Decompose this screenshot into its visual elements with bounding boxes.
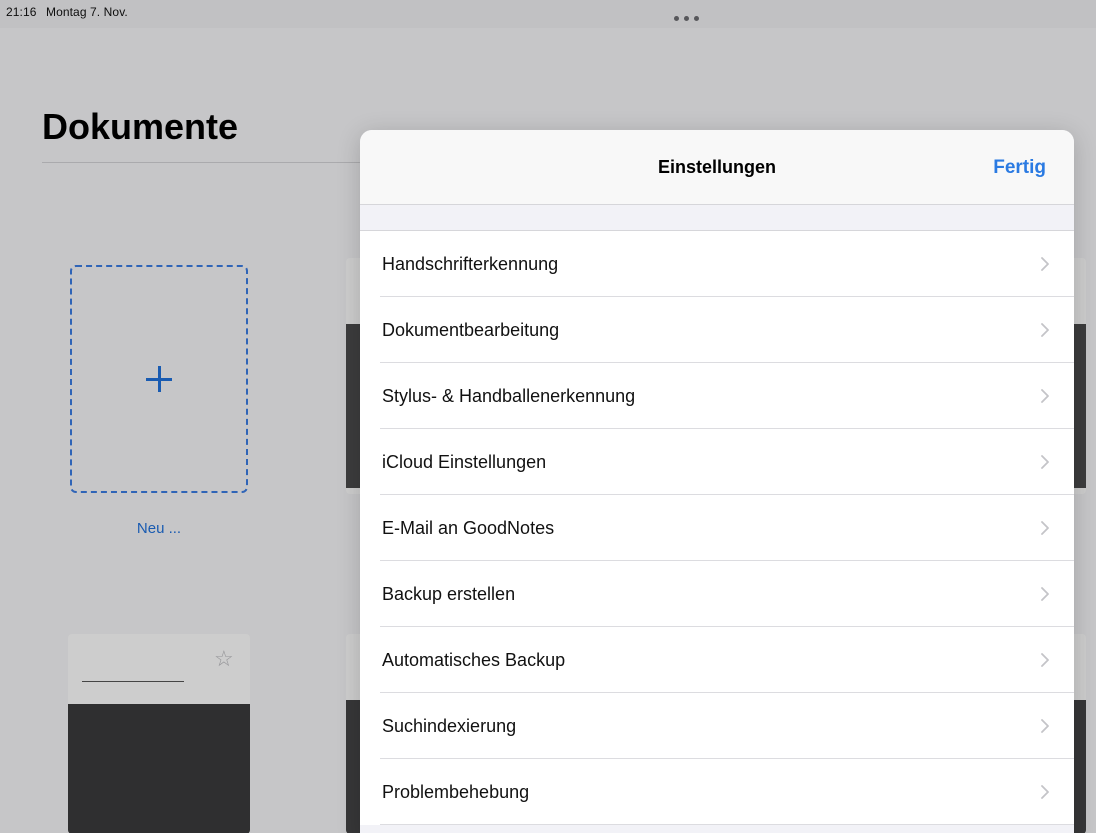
settings-row-document-editing[interactable]: Dokumentbearbeitung <box>360 297 1074 363</box>
settings-row-label: Backup erstellen <box>382 584 516 604</box>
chevron-right-icon <box>1041 389 1049 403</box>
settings-row-icloud[interactable]: iCloud Einstellungen <box>360 429 1074 495</box>
settings-row-label: Stylus- & Handballenerkennung <box>382 386 636 406</box>
settings-row-handwriting[interactable]: Handschrifterkennung <box>360 231 1074 297</box>
chevron-right-icon <box>1041 257 1049 271</box>
settings-sheet: Einstellungen Fertig Handschrifterkennun… <box>360 130 1074 833</box>
settings-row-label: E-Mail an GoodNotes <box>382 518 555 538</box>
settings-row-label: Handschrifterkennung <box>382 254 559 274</box>
chevron-right-icon <box>1041 719 1049 733</box>
settings-list: Handschrifterkennung Dokumentbearbeitung… <box>360 230 1074 825</box>
settings-row-stylus[interactable]: Stylus- & Handballenerkennung <box>360 363 1074 429</box>
settings-row-email[interactable]: E-Mail an GoodNotes <box>360 495 1074 561</box>
chevron-right-icon <box>1041 653 1049 667</box>
settings-row-troubleshooting[interactable]: Problembehebung <box>360 759 1074 825</box>
settings-row-label: Dokumentbearbeitung <box>382 320 560 340</box>
done-button[interactable]: Fertig <box>993 157 1046 179</box>
sheet-title: Einstellungen <box>657 157 776 177</box>
sheet-header: Einstellungen Fertig <box>360 130 1074 205</box>
chevron-right-icon <box>1041 455 1049 469</box>
settings-row-label: iCloud Einstellungen <box>382 452 547 472</box>
settings-row-label: Problembehebung <box>382 782 530 802</box>
settings-row-create-backup[interactable]: Backup erstellen <box>360 561 1074 627</box>
settings-row-auto-backup[interactable]: Automatisches Backup <box>360 627 1074 693</box>
settings-row-search-indexing[interactable]: Suchindexierung <box>360 693 1074 759</box>
settings-row-label: Automatisches Backup <box>382 650 566 670</box>
chevron-right-icon <box>1041 521 1049 535</box>
chevron-right-icon <box>1041 323 1049 337</box>
settings-row-label: Suchindexierung <box>382 716 517 736</box>
chevron-right-icon <box>1041 587 1049 601</box>
chevron-right-icon <box>1041 785 1049 799</box>
